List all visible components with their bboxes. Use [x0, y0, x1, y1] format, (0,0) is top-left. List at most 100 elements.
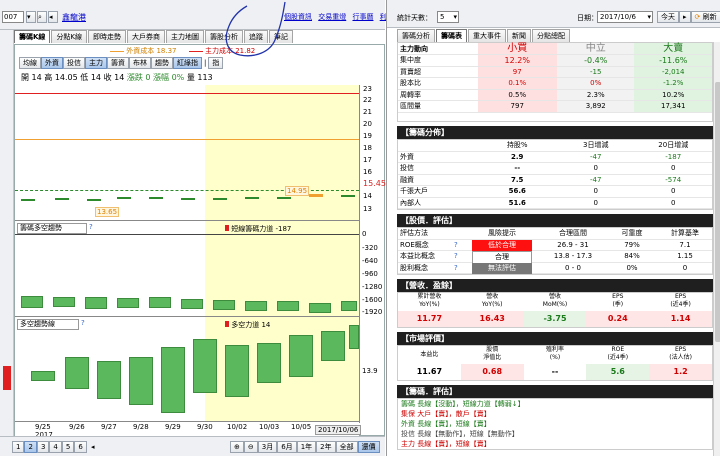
trend-bar-5 — [161, 347, 185, 413]
dist-val: -- — [514, 164, 521, 172]
page-2[interactable]: 2 — [24, 441, 37, 453]
market-table: 本益比 股價 淨值比 殖利率 (%) ROE (近4季) EPS (法人估) 1… — [397, 345, 713, 381]
page-1[interactable]: 1 — [12, 441, 25, 453]
dist-head-2: 3日增減 — [583, 141, 609, 149]
dropdown-button[interactable]: ▾ — [26, 11, 36, 23]
val-reliability: 84% — [624, 252, 640, 260]
btn-margin[interactable]: 籌資 — [107, 57, 129, 69]
stock-name[interactable]: 鑫龍港 — [62, 12, 86, 23]
link-calendar[interactable]: 行事曆 — [352, 13, 373, 21]
date-value: 2017/10/6 — [600, 13, 636, 21]
revenue-table: 累計營收 YoY(%) 營收 YoY(%) 營收 MoM(%) EPS (季) … — [397, 292, 713, 328]
tab-intraday[interactable]: 即時走勢 — [88, 30, 127, 43]
btn-bollinger[interactable]: 布林 — [129, 57, 151, 69]
range-all[interactable]: 全部 — [335, 441, 358, 453]
trend-bar-10 — [321, 331, 345, 361]
prev-stock-button[interactable]: ◂ — [48, 11, 58, 23]
tick-22: 22 — [363, 96, 372, 104]
stats-days-select[interactable]: 5 ▾ — [437, 11, 459, 23]
tab-chip-k[interactable]: 籌碼K線 — [14, 30, 51, 43]
foreign-cost-label: 外資成本 18.37 — [126, 47, 177, 55]
dist-20d: -187 — [665, 152, 682, 161]
refresh-button[interactable]: ⟳ 刷新 — [690, 11, 720, 23]
dist-3d: 0 — [593, 164, 598, 172]
rev-head-4: EPS (近4季) — [670, 293, 691, 308]
x-axis: 9/25 2017 9/26 9/27 9/28 9/29 9/30 10/02… — [15, 421, 362, 439]
val-row-1: 本益比概念? 合理 13.8 - 17.3 84% 1.15 — [398, 251, 712, 265]
dist-head-0 — [398, 140, 478, 151]
conc-2: -0.4% — [556, 55, 635, 66]
tab-brokers[interactable]: 大戶券商 — [127, 30, 166, 43]
val-head-0: 評估方法 — [400, 229, 428, 237]
page-6[interactable]: 6 — [74, 441, 87, 453]
stock-code-input[interactable]: 007 — [2, 11, 24, 23]
help-icon[interactable]: ? — [454, 240, 464, 251]
tab-branch[interactable]: 分點總配 — [532, 29, 570, 42]
val-method: 本益比概念 — [400, 252, 435, 260]
panel2-select[interactable]: 籌碼多空趨勢 — [17, 223, 87, 234]
range-1y[interactable]: 1年 — [296, 441, 317, 453]
date-picker[interactable]: 2017/10/6 ▾ — [597, 11, 653, 23]
summary-row-3: 股本比 0.1% 0% -1.2% — [398, 78, 712, 90]
tab-news[interactable]: 新聞 — [507, 29, 531, 42]
page-4[interactable]: 4 — [49, 441, 62, 453]
btn-ma[interactable]: 均線 — [19, 57, 41, 69]
today-button[interactable]: 今天 — [657, 11, 679, 23]
link-trade[interactable]: 交易重燈 — [318, 13, 346, 21]
help-icon[interactable]: ? — [454, 251, 464, 262]
zoom-in-button[interactable]: ⊕ — [230, 441, 244, 453]
rev-val-0: 11.77 — [398, 311, 461, 327]
btn-main[interactable]: 主力 — [85, 57, 107, 69]
tab-chip-table[interactable]: 籌碼表 — [436, 29, 467, 42]
main-cost-swatch — [188, 50, 203, 52]
btn-foreign[interactable]: 外資 — [41, 57, 63, 69]
scroll-left-icon[interactable]: ◂ — [91, 443, 95, 451]
panel3-help-icon[interactable]: ? — [81, 319, 85, 327]
btn-trust[interactable]: 投信 — [63, 57, 85, 69]
x-selected-date: 2017/10/06 — [315, 425, 362, 435]
tick-19: 19 — [363, 132, 372, 140]
range-6m[interactable]: 6月 — [277, 441, 297, 453]
right-content: 主力動向 小買 中立 大賣 集中度 12.2% -0.4% -11.6% 買賣超… — [397, 42, 713, 456]
panel3-select[interactable]: 多空趨勢線 — [17, 319, 79, 330]
right-scrollbar[interactable] — [713, 42, 720, 456]
range-3m[interactable]: 3月 — [257, 441, 278, 453]
page-3[interactable]: 3 — [36, 441, 50, 453]
tab-events[interactable]: 重大事件 — [468, 29, 506, 42]
btn-trend[interactable]: 趨勢 — [151, 57, 173, 69]
range-2y[interactable]: 2年 — [316, 441, 336, 453]
help-icon[interactable]: ? — [454, 263, 464, 274]
x-label-929: 9/29 — [165, 423, 181, 431]
next-day-button[interactable]: ▸ — [679, 11, 691, 23]
mkt-val-4: 1.2 — [649, 364, 712, 380]
conc-3: -11.6% — [634, 55, 712, 66]
summary-row-2: 買賣超 97 -15 -2,014 — [398, 66, 712, 78]
panel2-help-icon[interactable]: ? — [89, 223, 93, 231]
chart-tabs: 籌碼K線 分點K線 即時走勢 大戶券商 主力地圖 籌股分析 追蹤 筆記 — [14, 30, 385, 44]
candle-9 — [277, 197, 291, 199]
dist-val: 51.6 — [508, 198, 526, 207]
zoom-out-button[interactable]: ⊖ — [243, 441, 258, 453]
btn-red-green[interactable]: 紅綠指 — [173, 57, 202, 69]
tab-chip-analysis[interactable]: 籌碼分析 — [397, 29, 435, 42]
turn-3: 10.2% — [634, 89, 712, 100]
x-label-1005: 10/05 — [291, 423, 312, 431]
search-button[interactable]: ⌕ — [37, 11, 47, 23]
tick-23: 23 — [363, 85, 372, 93]
val-risk: 無法評估 — [472, 262, 532, 274]
tab-main-map[interactable]: 主力地圖 — [166, 30, 205, 43]
p2-tick-1920: -1920 — [362, 308, 383, 316]
rev-head: 累計營收 YoY(%) 營收 YoY(%) 營收 MoM(%) EPS (季) … — [398, 293, 712, 311]
arrow-left-icon[interactable]: ◂ — [48, 11, 58, 23]
val-head-2: 合理區間 — [559, 229, 587, 237]
range-restore[interactable]: 還價 — [357, 441, 380, 453]
page-5[interactable]: 5 — [61, 441, 75, 453]
mkt-head-4: EPS (法人估) — [669, 346, 692, 361]
chevron-down-icon[interactable]: ▾ — [26, 11, 36, 23]
right-panel: 統計天數： 5 ▾ 日期： 2017/10/6 ▾ 今天 ▸ ⟳ 刷新 籌碼分析 籌碼表重… — [386, 0, 720, 456]
mkt-val-3: 5.6 — [586, 364, 650, 380]
scrollbar-thumb[interactable] — [715, 82, 720, 342]
tab-branch-k[interactable]: 分點K線 — [51, 30, 88, 43]
search-icon[interactable]: ⌕ — [37, 11, 47, 23]
date-label: 日期： — [577, 14, 598, 22]
